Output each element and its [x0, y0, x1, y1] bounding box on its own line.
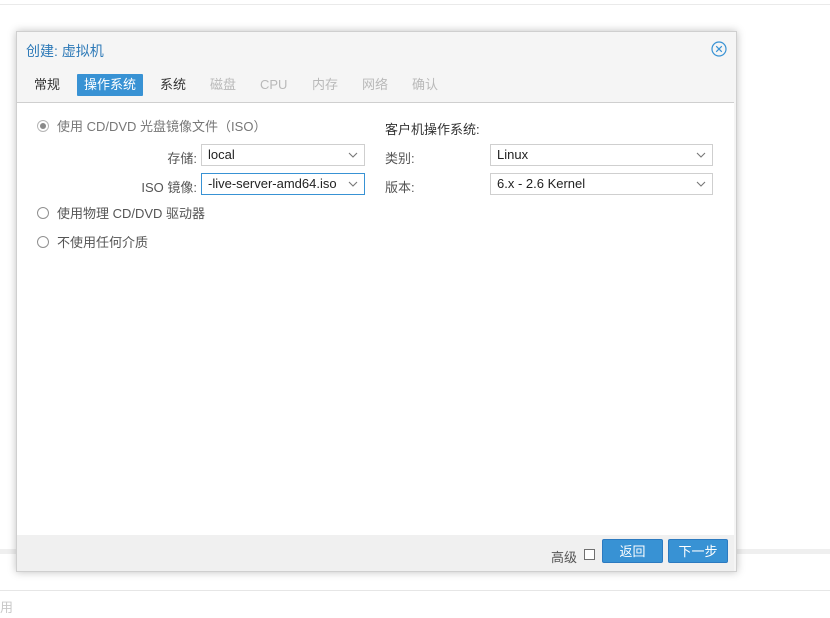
tab-cpu: CPU — [260, 77, 288, 92]
dialog-title: 创建: 虚拟机 — [26, 43, 104, 59]
background-divider — [0, 4, 830, 5]
radio-button[interactable] — [37, 120, 49, 132]
os-panel: 使用 CD/DVD 光盘镜像文件（ISO） 存储: local ISO 镜像: … — [17, 102, 734, 536]
dialog-footer: 高级 返回 下一步 — [17, 535, 734, 571]
next-button[interactable]: 下一步 — [668, 539, 728, 563]
storage-value: local — [208, 147, 235, 162]
guest-os-title: 客户机操作系统: — [385, 122, 480, 137]
close-icon[interactable] — [711, 41, 727, 57]
iso-image-value: -live-server-amd64.iso — [208, 176, 337, 191]
radio-button[interactable] — [37, 236, 49, 248]
background-divider — [0, 590, 830, 591]
tab-os[interactable]: 操作系统 — [77, 74, 144, 96]
iso-image-select[interactable]: -live-server-amd64.iso — [201, 173, 365, 195]
tab-system[interactable]: 系统 — [153, 74, 193, 96]
storage-label: 存储: — [167, 151, 197, 166]
tab-general[interactable]: 常规 — [27, 74, 67, 96]
tab-disks: 磁盘 — [210, 77, 237, 92]
no-media-label: 不使用任何介质 — [57, 235, 149, 250]
os-type-value: Linux — [497, 147, 529, 162]
create-vm-dialog: 创建: 虚拟机 常规 操作系统 系统 磁盘 CPU 内存 网络 确认 使用 CD… — [16, 31, 737, 572]
iso-image-label: ISO 镜像: — [141, 180, 197, 195]
physical-drive-label: 使用物理 CD/DVD 驱动器 — [57, 206, 206, 221]
chevron-down-icon — [348, 152, 358, 158]
type-label: 类别: — [385, 151, 415, 166]
radio-button[interactable] — [37, 207, 49, 219]
tab-memory: 内存 — [312, 77, 339, 92]
background-text-fragment: 用 — [0, 600, 14, 615]
os-type-select[interactable]: Linux — [490, 144, 713, 166]
version-label: 版本: — [385, 180, 415, 195]
os-version-value: 6.x - 2.6 Kernel — [497, 176, 586, 191]
back-button[interactable]: 返回 — [602, 539, 663, 563]
chevron-down-icon — [348, 181, 358, 187]
advanced-label: 高级 — [551, 550, 578, 565]
tab-confirm: 确认 — [412, 77, 439, 92]
chevron-down-icon — [696, 181, 706, 187]
chevron-down-icon — [696, 152, 706, 158]
os-version-select[interactable]: 6.x - 2.6 Kernel — [490, 173, 713, 195]
advanced-checkbox[interactable] — [584, 549, 595, 560]
tab-network: 网络 — [362, 77, 389, 92]
storage-select[interactable]: local — [201, 144, 365, 166]
use-iso-label: 使用 CD/DVD 光盘镜像文件（ISO） — [57, 119, 267, 134]
